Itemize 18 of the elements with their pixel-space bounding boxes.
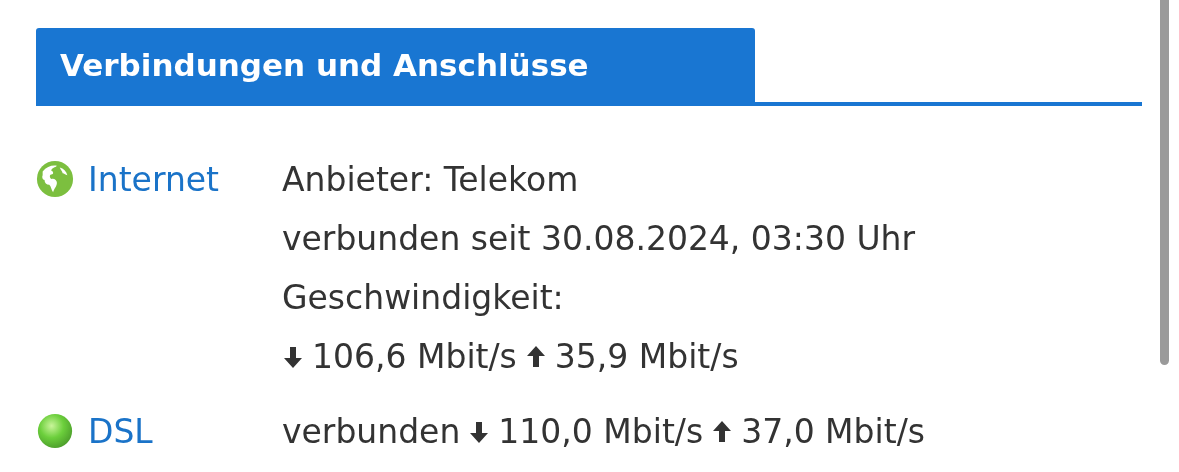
up-arrow-icon (524, 344, 547, 369)
status-text: Anbieter: Telekom (282, 160, 579, 199)
globe-icon (36, 160, 74, 198)
upload-speed: 35,9 Mbit/s (554, 337, 739, 376)
scrollbar[interactable] (1160, 0, 1169, 365)
up-arrow-icon (711, 419, 734, 444)
download-speed: 110,0 Mbit/s (498, 412, 704, 451)
status-led-icon (36, 412, 74, 450)
upload-speed: 37,0 Mbit/s (741, 412, 925, 451)
status-text: Geschwindigkeit: (282, 278, 564, 317)
status-text: verbunden (282, 412, 461, 451)
connection-link[interactable]: DSL (88, 411, 153, 451)
download-speed: 106,6 Mbit/s (312, 337, 517, 376)
status-text: verbunden seit 30.08.2024, 03:30 Uhr (282, 219, 916, 258)
down-arrow-icon (282, 344, 304, 369)
section-title: Verbindungen und Anschlüsse (36, 28, 755, 102)
down-arrow-icon (468, 419, 491, 444)
connection-link[interactable]: Internet (88, 159, 220, 199)
